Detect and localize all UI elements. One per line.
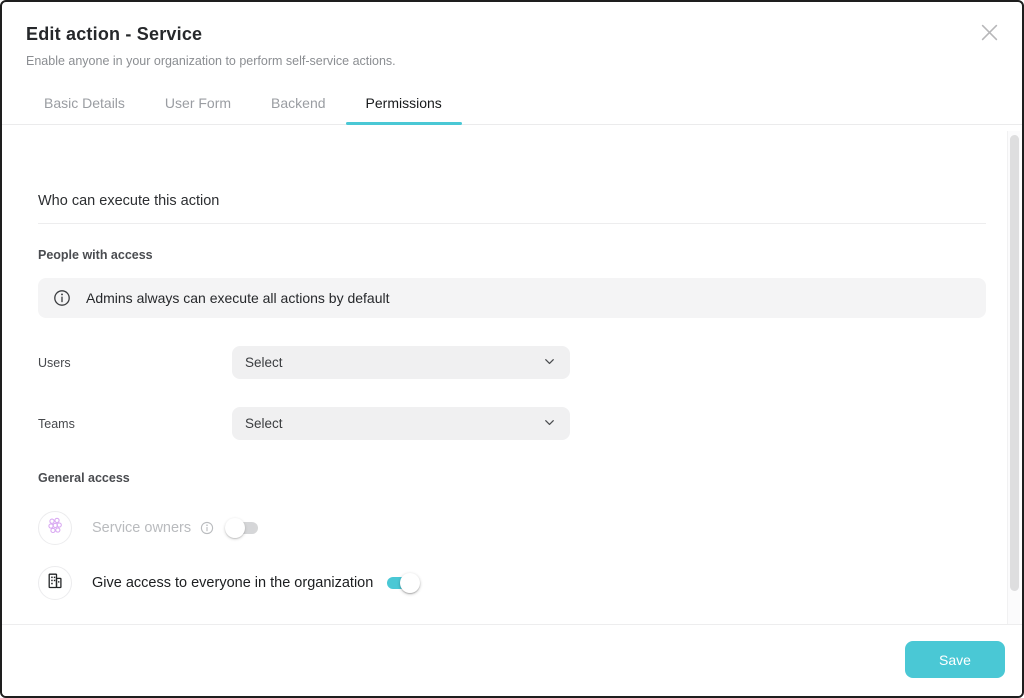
teams-label: Teams	[38, 417, 232, 431]
users-field-row: Users Select	[38, 346, 986, 379]
service-owners-row: Service owners	[38, 511, 986, 545]
teams-field-row: Teams Select	[38, 407, 986, 440]
general-access-label: General access	[38, 471, 986, 485]
service-owners-label: Service owners	[92, 520, 191, 536]
modal-header: Edit action - Service Enable anyone in y…	[2, 2, 1022, 68]
save-button[interactable]: Save	[905, 641, 1005, 678]
scrollbar-track[interactable]	[1007, 131, 1020, 626]
info-circle-icon	[200, 521, 214, 535]
tab-user-form[interactable]: User Form	[145, 83, 251, 124]
info-banner: Admins always can execute all actions by…	[38, 278, 986, 318]
tab-backend[interactable]: Backend	[251, 83, 345, 124]
page-subtitle: Enable anyone in your organization to pe…	[26, 54, 998, 68]
avatar	[38, 511, 72, 545]
teams-select[interactable]: Select	[232, 407, 570, 440]
info-banner-text: Admins always can execute all actions by…	[86, 290, 390, 306]
chevron-down-icon	[542, 354, 557, 372]
organization-building-icon	[45, 571, 65, 596]
tab-basic-details[interactable]: Basic Details	[24, 83, 145, 124]
users-select-value: Select	[245, 355, 283, 370]
section-title: Who can execute this action	[38, 193, 986, 224]
close-icon	[981, 24, 998, 46]
teams-select-value: Select	[245, 416, 283, 431]
close-button[interactable]	[979, 25, 999, 45]
toggle-thumb	[400, 573, 420, 593]
users-select[interactable]: Select	[232, 346, 570, 379]
people-with-access-label: People with access	[38, 248, 986, 262]
everyone-access-label: Give access to everyone in the organizat…	[92, 575, 373, 591]
scrollbar-thumb[interactable]	[1010, 135, 1019, 591]
permissions-panel: Who can execute this action People with …	[2, 193, 1022, 600]
edit-action-modal: Edit action - Service Enable anyone in y…	[0, 0, 1024, 698]
tab-permissions[interactable]: Permissions	[346, 83, 462, 124]
toggle-thumb	[225, 518, 245, 538]
info-circle-icon	[53, 289, 71, 307]
modal-footer: Save	[2, 624, 1022, 696]
service-owners-cluster-icon	[45, 516, 65, 541]
avatar	[38, 566, 72, 600]
chevron-down-icon	[542, 415, 557, 433]
service-owners-toggle[interactable]	[225, 518, 261, 538]
tab-bar: Basic Details User Form Backend Permissi…	[2, 83, 1022, 125]
everyone-access-toggle[interactable]	[384, 573, 420, 593]
page-title: Edit action - Service	[26, 24, 998, 45]
everyone-access-row: Give access to everyone in the organizat…	[38, 566, 986, 600]
users-label: Users	[38, 356, 232, 370]
